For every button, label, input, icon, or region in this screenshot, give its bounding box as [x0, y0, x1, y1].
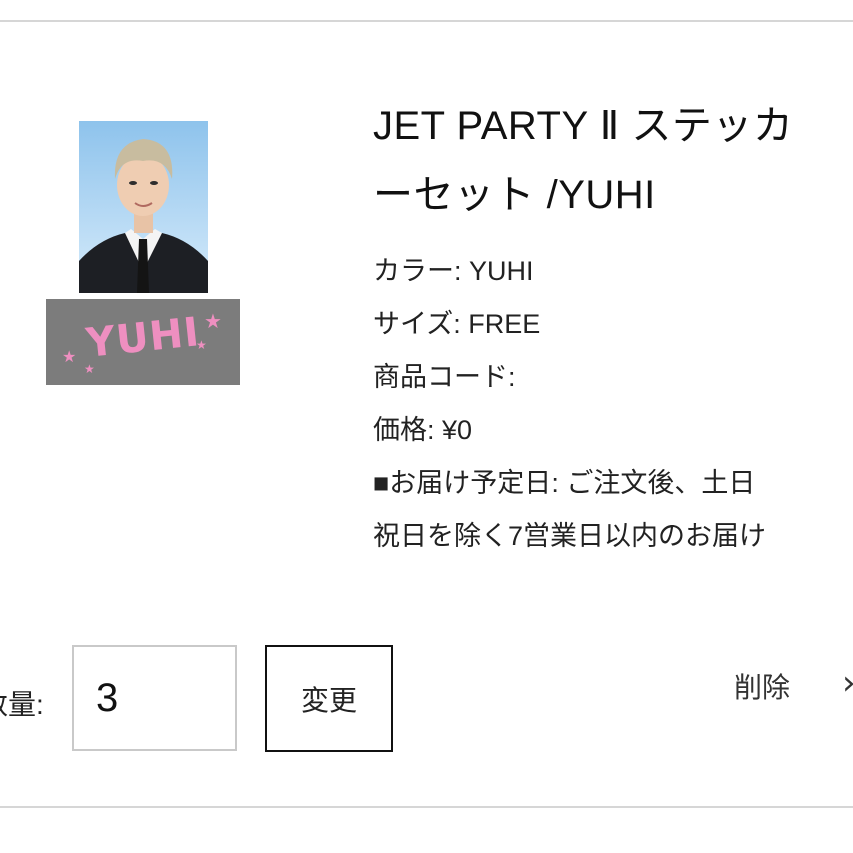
color-row: カラーYUHI [373, 256, 853, 286]
product-code-label: 商品コード [373, 362, 516, 392]
delivery-row-continued: 祝日を除く7営業日以内のお届け [373, 521, 767, 551]
bottom-divider [0, 806, 853, 808]
quantity-input[interactable] [72, 645, 237, 751]
sticker-name-text: YUHI [84, 309, 202, 367]
change-quantity-button[interactable]: 変更 [265, 645, 393, 752]
delivery-label: ■お届け予定日 [373, 468, 566, 498]
quantity-label: 数量: [0, 689, 44, 720]
product-thumbnail-photo[interactable] [79, 121, 208, 293]
size-value: FREE [468, 309, 541, 339]
name-sticker-image: ★ ★ ★ ★ YUHI [46, 299, 240, 385]
chevron-right-icon[interactable]: › [842, 666, 853, 700]
color-value: YUHI [469, 256, 534, 286]
price-value: ¥0 [442, 415, 473, 445]
price-row: 価格¥0 [373, 415, 853, 445]
product-title-line2[interactable]: ーセット /YUHI [373, 162, 853, 220]
price-label: 価格 [373, 415, 442, 445]
product-code-row: 商品コード [373, 362, 853, 392]
top-divider [0, 20, 853, 22]
size-row: サイズFREE [373, 309, 853, 339]
delete-link[interactable]: 削除 [734, 666, 790, 706]
delivery-row: ■お届け予定日ご注文後、土日 [373, 468, 853, 498]
product-title-line1[interactable]: JET PARTY Ⅱ ステッカ [373, 93, 853, 151]
size-label: サイズ [373, 309, 468, 339]
delivery-value: ご注文後、土日 [566, 468, 756, 498]
color-label: カラー [373, 256, 469, 286]
